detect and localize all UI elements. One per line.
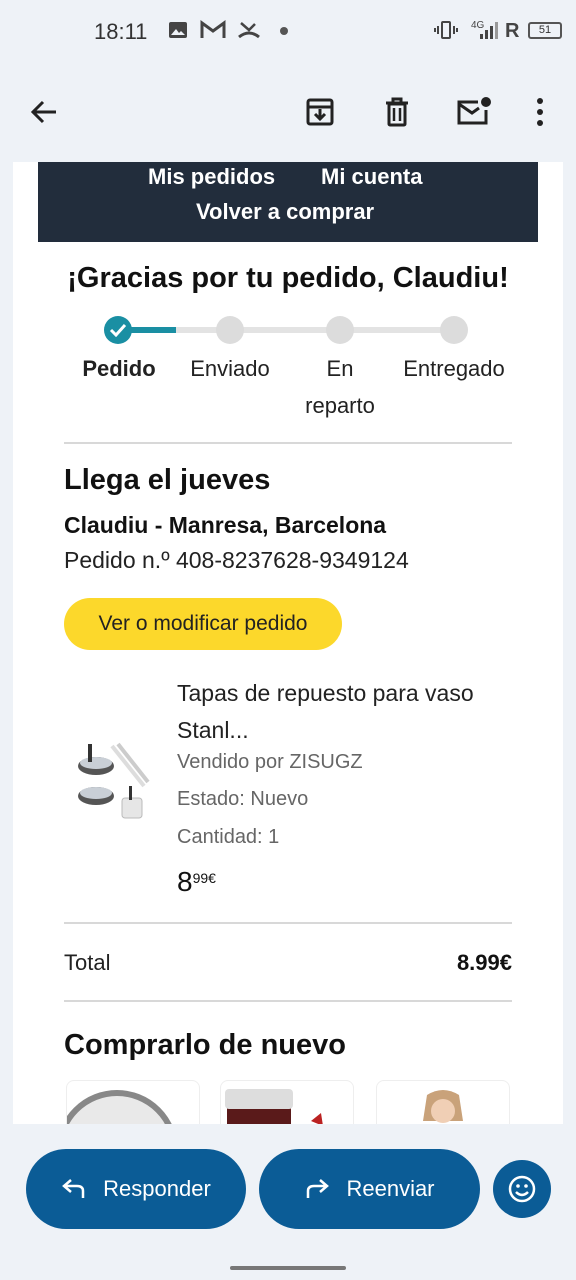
reply-button[interactable]: Responder: [26, 1149, 246, 1229]
forward-label: Reenviar: [346, 1176, 435, 1201]
archive-icon[interactable]: [300, 92, 340, 132]
step-dot-delivered: [440, 316, 468, 344]
step-label-ordered: Pedido: [82, 356, 156, 381]
step-label-delivered: Entregado: [403, 356, 505, 381]
step-dot-shipped: [216, 316, 244, 344]
thank-you-heading: ¡Gracias por tu pedido, Claudiu!: [67, 262, 509, 294]
my-account-link[interactable]: Mi cuenta: [321, 164, 422, 190]
my-orders-link[interactable]: Mis pedidos: [148, 164, 275, 190]
gallery-icon: [168, 20, 188, 46]
more-icon[interactable]: [520, 92, 560, 132]
vibrate-icon: [434, 20, 458, 46]
roaming-indicator: R: [505, 20, 520, 42]
product-price: 899€: [177, 866, 216, 898]
signal-icon: [478, 20, 500, 46]
step-check-icon: [104, 316, 132, 344]
reply-icon: [62, 1179, 85, 1198]
status-time: 18:11: [94, 19, 148, 44]
forward-icon: [307, 1179, 330, 1198]
email-nav-header: Mis pedidos Mi cuenta Volver a comprar: [38, 162, 538, 242]
step-label-out-for-delivery: En reparto: [305, 356, 375, 418]
product-quantity: Cantidad: 1: [177, 826, 280, 848]
smiley-icon: [508, 1175, 536, 1203]
notification-dot-icon: [280, 27, 288, 35]
missed-call-icon: [237, 20, 261, 46]
divider: [64, 442, 512, 444]
forward-button[interactable]: Reenviar: [259, 1149, 480, 1229]
arrival-heading: Llega el jueves: [64, 464, 271, 496]
gmail-icon: [200, 20, 226, 46]
delete-icon[interactable]: [377, 92, 417, 132]
buy-again-link[interactable]: Volver a comprar: [196, 199, 374, 225]
emoji-reaction-button[interactable]: [493, 1160, 551, 1218]
recipient-address: Claudiu - Manresa, Barcelona: [64, 512, 387, 538]
price-whole: 8: [177, 866, 193, 897]
product-seller: Vendido por ZISUGZ: [177, 751, 363, 773]
price-fraction: 99€: [192, 870, 216, 886]
order-number: Pedido n.º 408-8237628-9349124: [64, 547, 409, 573]
view-edit-order-button[interactable]: Ver o modificar pedido: [64, 598, 342, 650]
product-condition: Estado: Nuevo: [177, 788, 309, 810]
gesture-nav-handle[interactable]: [230, 1266, 346, 1270]
total-value: 8.99€: [456, 950, 512, 975]
back-arrow-icon[interactable]: [24, 92, 64, 132]
reply-label: Responder: [103, 1176, 211, 1201]
total-label: Total: [64, 950, 111, 975]
battery-icon: 51: [528, 22, 562, 39]
step-dot-out-for-delivery: [326, 316, 354, 344]
divider: [64, 922, 512, 924]
step-label-shipped: Enviado: [190, 356, 270, 381]
divider: [64, 1000, 512, 1002]
product-title[interactable]: Tapas de repuesto para vaso Stanl...: [177, 675, 474, 749]
mark-unread-icon[interactable]: [454, 92, 494, 132]
product-image[interactable]: [74, 736, 154, 822]
buy-again-heading: Comprarlo de nuevo: [64, 1029, 346, 1061]
